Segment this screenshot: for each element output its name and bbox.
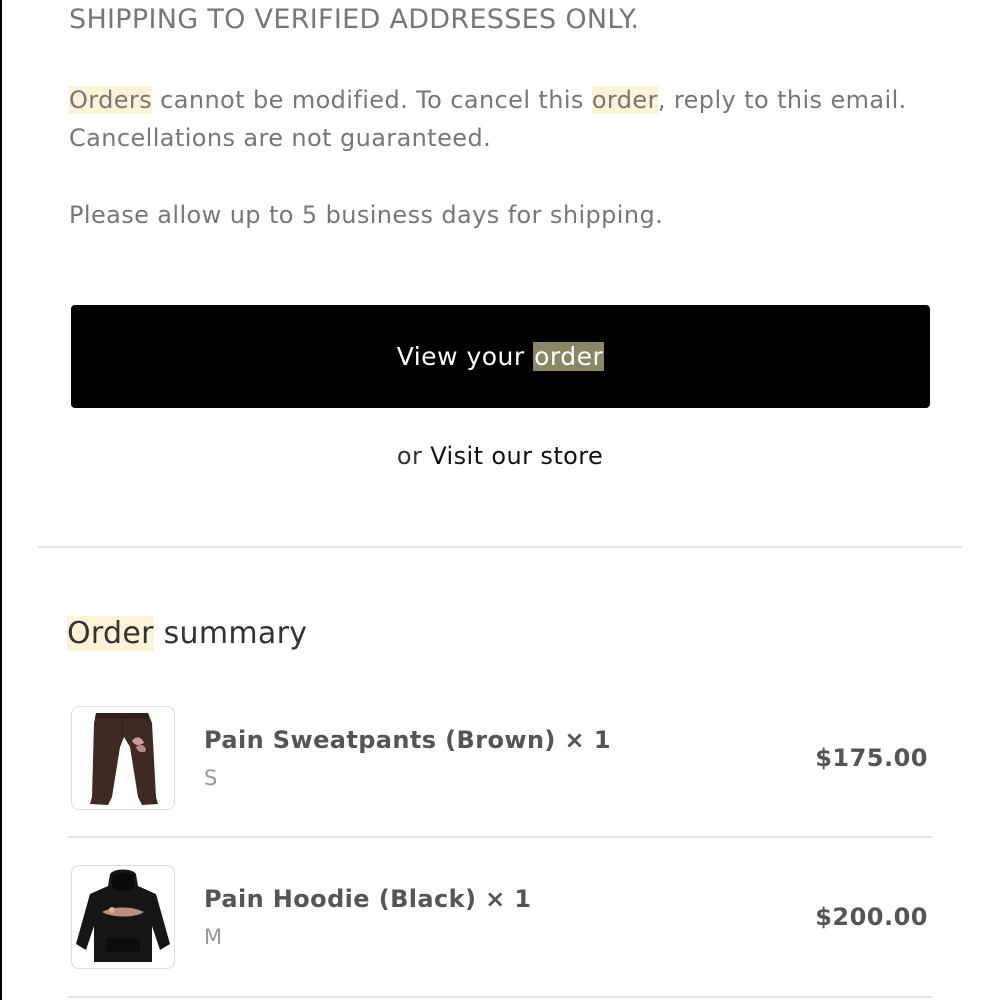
search-highlight: Orders bbox=[69, 86, 153, 114]
order-summary-title-rest: summary bbox=[153, 616, 308, 651]
sweatpants-icon bbox=[90, 713, 158, 805]
brown-sweatpants-image bbox=[71, 706, 175, 810]
left-border bbox=[0, 0, 2, 1000]
item-variant: S bbox=[204, 766, 218, 790]
visit-store-link[interactable]: Visit our store bbox=[430, 442, 603, 470]
order-confirmation-email: SHIPPING TO VERIFIED ADDRESSES ONLY. Ord… bbox=[0, 0, 1000, 1000]
item-name: Pain Hoodie (Black) × 1 bbox=[204, 885, 532, 913]
line-item[interactable]: Pain Sweatpants (Brown) × 1 S $175.00 bbox=[70, 706, 932, 812]
visit-store-line: or Visit our store bbox=[0, 442, 1000, 470]
hoodie-icon bbox=[76, 869, 170, 962]
order-summary-title: Order summary bbox=[67, 616, 307, 651]
search-highlight: order bbox=[533, 342, 605, 371]
item-price: $175.00 bbox=[815, 744, 928, 772]
item-name: Pain Sweatpants (Brown) × 1 bbox=[204, 726, 611, 754]
item-price: $200.00 bbox=[815, 903, 928, 931]
section-divider bbox=[38, 546, 962, 548]
visit-store-prefix: or bbox=[396, 442, 431, 470]
black-hoodie-image bbox=[71, 865, 175, 969]
view-order-label-prefix: View your bbox=[396, 342, 534, 371]
view-order-button[interactable]: View your order bbox=[71, 305, 930, 408]
shipping-time-notice: Please allow up to 5 business days for s… bbox=[69, 201, 664, 229]
item-divider bbox=[68, 996, 932, 998]
search-highlight: Order bbox=[67, 616, 154, 651]
search-highlight: order bbox=[591, 86, 658, 114]
shipping-notice-heading: SHIPPING TO VERIFIED ADDRESSES ONLY. bbox=[69, 4, 640, 35]
line-item[interactable]: Pain Hoodie (Black) × 1 M $200.00 bbox=[70, 865, 932, 971]
item-variant: M bbox=[204, 925, 223, 949]
item-divider bbox=[68, 836, 932, 838]
view-order-label: View your order bbox=[397, 342, 605, 371]
cancellation-text: cannot be modified. To cancel this bbox=[152, 86, 592, 114]
cancellation-notice: Orders cannot be modified. To cancel thi… bbox=[69, 81, 949, 157]
